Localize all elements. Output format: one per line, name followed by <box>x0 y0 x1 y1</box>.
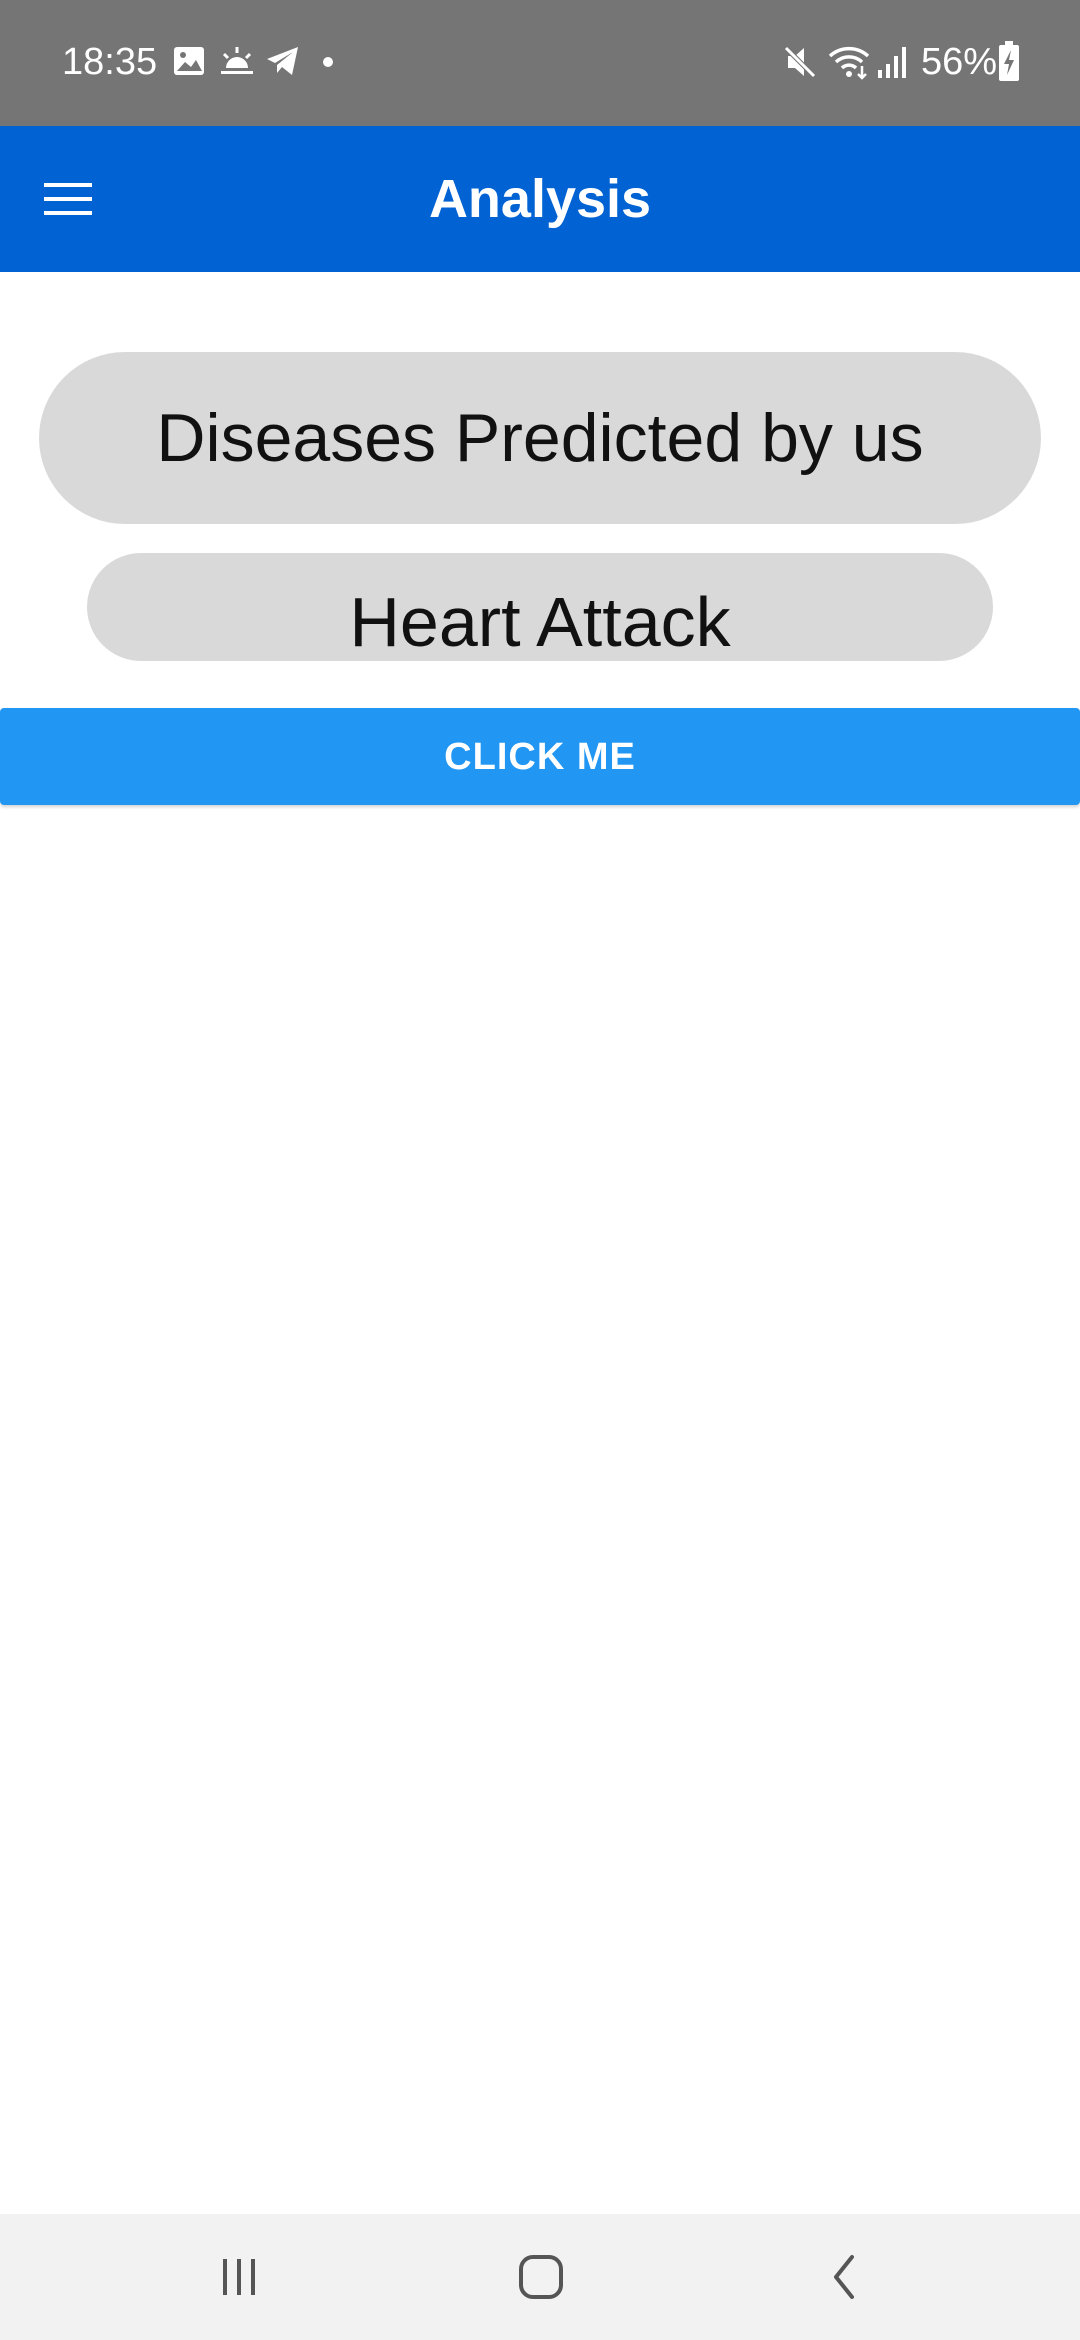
recent-apps-button[interactable] <box>179 2237 299 2317</box>
recent-apps-icon <box>223 2259 255 2295</box>
back-icon <box>834 2255 854 2299</box>
page-title: Analysis <box>428 169 652 229</box>
telegram-icon <box>267 47 298 75</box>
hamburger-menu-icon <box>44 183 92 215</box>
signal-icon <box>878 47 906 78</box>
status-time: 18:35 <box>62 41 158 83</box>
status-bar: 18:35 56% <box>0 0 1080 126</box>
notification-dot-icon <box>323 57 333 67</box>
home-button[interactable] <box>481 2237 601 2317</box>
menu-button[interactable] <box>30 163 106 235</box>
back-button[interactable] <box>784 2237 904 2317</box>
battery-icon <box>999 41 1019 81</box>
wifi-icon <box>828 46 870 80</box>
weather-icon <box>221 47 253 74</box>
diseases-heading-label: Diseases Predicted by us <box>39 352 1041 524</box>
click-me-button[interactable]: CLICK ME <box>0 708 1080 805</box>
home-icon <box>519 2255 563 2299</box>
mute-icon <box>784 46 816 78</box>
battery-percentage: 56% <box>921 41 998 83</box>
navigation-bar <box>0 2214 1080 2340</box>
app-bar: Analysis <box>0 126 1080 272</box>
predicted-disease-label: Heart Attack <box>87 553 993 661</box>
gallery-icon <box>174 47 204 75</box>
